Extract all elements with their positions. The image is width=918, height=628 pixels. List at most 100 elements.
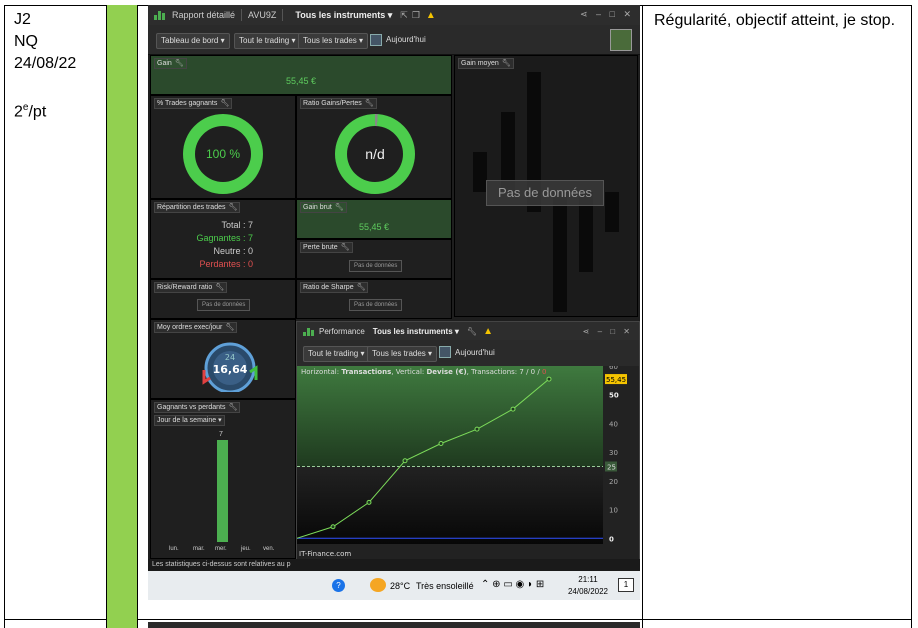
- avg-gain-nodata: Pas de données: [486, 180, 604, 206]
- weekday-bar-wed: [217, 440, 228, 542]
- weather-temp[interactable]: 28°C: [390, 581, 410, 591]
- gross-loss-nodata: Pas de données: [349, 260, 403, 272]
- next-screenshot-edge: [148, 622, 640, 628]
- gross-gain-value: 55,45 €: [359, 222, 390, 232]
- table-border-row: [4, 619, 912, 620]
- wrench-icon[interactable]: 🔧︎: [502, 60, 511, 67]
- gain-panel: Gain 🔧︎ 55,45 €: [150, 55, 452, 95]
- window-controls[interactable]: ⋖ – □ ✕: [580, 9, 634, 20]
- account-label[interactable]: AVU9Z: [248, 10, 276, 20]
- win-rate-panel: % Trades gagnants 🔧︎ 100 %: [150, 95, 296, 199]
- sharpe-title: Ratio de Sharpe 🔧︎: [300, 282, 369, 293]
- y-tick-label: 30: [609, 449, 618, 457]
- ratio-donut: n/d: [335, 114, 415, 194]
- table-border-right: [911, 5, 912, 628]
- ratio-value: n/d: [347, 126, 403, 182]
- wrench-icon[interactable]: 🔧︎: [341, 244, 350, 251]
- y-tick-label: 40: [609, 420, 618, 428]
- performance-chart: 0102030405060024682555,45 Horizontal: Tr…: [297, 363, 640, 572]
- performance-point: [330, 524, 336, 530]
- export-icon[interactable]: ⇱: [400, 10, 408, 21]
- wrench-icon[interactable]: 🔧︎: [335, 204, 344, 211]
- gross-loss-title: Perte brute 🔧︎: [300, 242, 353, 253]
- y-tick-label: 50: [609, 392, 619, 400]
- wrench-icon[interactable]: 🔧︎: [229, 404, 238, 411]
- y-tick-label: 0: [609, 535, 614, 543]
- perf-watermark: IT-Finance.com: [299, 550, 351, 558]
- wrench-icon[interactable]: 🔧︎: [175, 60, 184, 67]
- calendar-icon[interactable]: [439, 346, 451, 358]
- weekday-label: jeu.: [241, 546, 251, 552]
- exec-small-value: 24: [225, 353, 235, 362]
- y-tick-label: 20: [609, 478, 618, 486]
- perf-instruments-dropdown[interactable]: Tous les instruments ▾: [373, 327, 459, 336]
- chart-area-upper: [297, 366, 603, 467]
- clock-date[interactable]: 24/08/2022: [558, 587, 618, 596]
- table-border-left: [4, 5, 5, 628]
- perf-info-line: Horizontal: Transactions, Vertical: Devi…: [301, 368, 546, 376]
- wrench-icon[interactable]: 🔧︎: [357, 284, 366, 291]
- perf-window-controls[interactable]: ⋖ – □ ✕: [583, 327, 633, 336]
- weekday-dropdown[interactable]: Jour de la semaine ▾: [154, 415, 225, 426]
- performance-point: [402, 458, 408, 464]
- warning-icon[interactable]: ▲: [426, 10, 436, 21]
- repartition-total: Total : 7: [221, 220, 253, 230]
- session-comment: Régularité, objectif atteint, je stop.: [654, 12, 896, 29]
- ratio-title: Ratio Gains/Pertes 🔧︎: [300, 98, 377, 109]
- session-date: 24/08/22: [14, 55, 77, 72]
- trades-dropdown[interactable]: Tous les trades ▾: [298, 33, 369, 49]
- performance-chart-svg: 0102030405060024682555,45 Horizontal: Tr…: [297, 363, 627, 570]
- table-border-col4: [642, 5, 643, 628]
- tray-icons[interactable]: ⌃ ⊕ ▭ ◉ ◗ ⊞: [481, 579, 544, 590]
- calendar-icon[interactable]: [370, 34, 382, 46]
- rr-panel: Risk/Reward ratio 🔧︎ Pas de données: [150, 279, 296, 319]
- session-day: J2: [14, 11, 31, 28]
- win-rate-value: 100 %: [195, 126, 251, 182]
- performance-point: [366, 499, 372, 505]
- avg-gain-bar: [605, 192, 619, 232]
- performance-point: [438, 441, 444, 447]
- dashboard-dropdown[interactable]: Tableau de bord ▾: [156, 33, 230, 49]
- perf-logo-icon: [303, 327, 315, 336]
- report-toolbar: Tableau de bord ▾ Tout le trading ▾ Tous…: [148, 25, 640, 55]
- wrench-icon[interactable]: 🔧︎: [467, 327, 477, 336]
- trading-report-screenshot: Rapport détaillé AVU9Z Tous les instrume…: [148, 5, 640, 600]
- perf-date-label[interactable]: Aujourd'hui: [455, 348, 495, 357]
- clock-time[interactable]: 21:11: [568, 575, 608, 584]
- session-instrument: NQ: [14, 33, 38, 50]
- session-points: 2e/pt: [14, 102, 47, 121]
- weekday-label: ven.: [263, 546, 275, 552]
- app-titlebar: Rapport détaillé AVU9Z Tous les instrume…: [148, 5, 640, 25]
- trading-dropdown[interactable]: Tout le trading ▾: [234, 33, 301, 49]
- wrench-icon[interactable]: 🔧︎: [215, 284, 224, 291]
- chart-area-lower: [297, 466, 603, 544]
- win-rate-donut: 100 %: [183, 114, 263, 194]
- avg-gain-bar: [553, 192, 567, 312]
- weekday-label: lun.: [169, 546, 179, 552]
- exec-title: Moy ordres exec/jour 🔧︎: [154, 322, 238, 333]
- wrench-icon[interactable]: 🔧︎: [228, 204, 237, 211]
- copy-icon[interactable]: ❐: [412, 10, 420, 21]
- gain-title: Gain 🔧︎: [154, 58, 187, 69]
- wrench-icon[interactable]: 🔧︎: [225, 324, 234, 331]
- perf-trades-dropdown[interactable]: Tous les trades ▾: [367, 346, 438, 362]
- weekday-label: mer.: [215, 546, 227, 552]
- date-label[interactable]: Aujourd'hui: [386, 35, 426, 44]
- wrench-icon[interactable]: 🔧︎: [220, 100, 229, 107]
- status-line: Les statistiques ci-dessus sont relative…: [148, 559, 640, 571]
- weather-text[interactable]: Très ensoleillé: [416, 581, 474, 591]
- sun-icon[interactable]: [370, 578, 386, 592]
- app-logo-icon: [154, 10, 166, 20]
- chip-icon[interactable]: [610, 29, 632, 51]
- y-tick-label: 10: [609, 507, 618, 515]
- performance-point: [474, 426, 480, 432]
- perf-titlebar: Performance Tous les instruments ▾ 🔧︎ ▲ …: [297, 322, 639, 340]
- perf-trading-dropdown[interactable]: Tout le trading ▾: [303, 346, 370, 362]
- warning-icon[interactable]: ▲: [483, 326, 493, 337]
- instruments-dropdown[interactable]: Tous les instruments ▾: [289, 10, 392, 21]
- help-icon[interactable]: ?: [332, 579, 345, 592]
- wrench-icon[interactable]: 🔧︎: [365, 100, 374, 107]
- notification-icon[interactable]: 1: [618, 578, 634, 592]
- level-label: 25: [607, 463, 616, 471]
- winloss-panel: Gagnants vs perdants 🔧︎ Jour de la semain…: [150, 399, 296, 559]
